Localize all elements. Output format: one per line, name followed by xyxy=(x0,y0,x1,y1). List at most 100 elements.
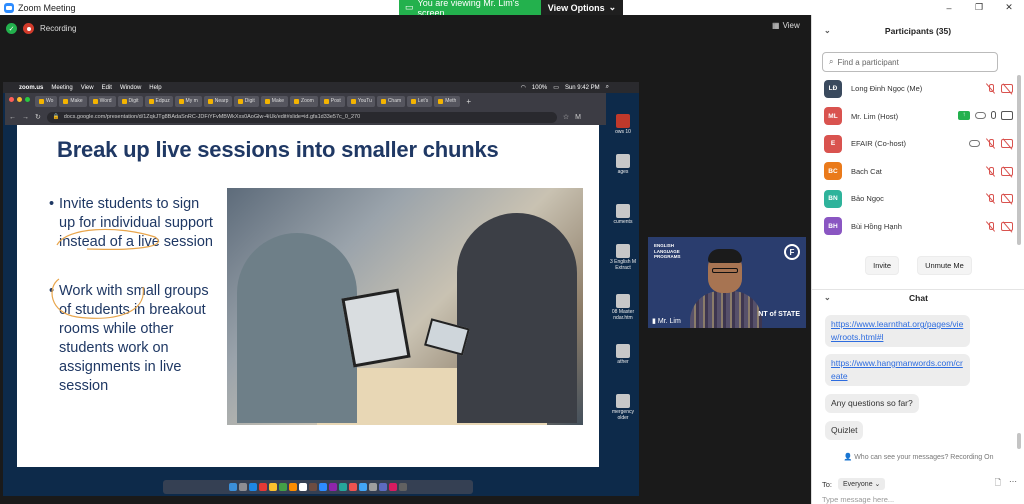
maximize-button[interactable]: ❐ xyxy=(964,0,994,15)
chat-header: ⌄ Chat xyxy=(812,289,1024,305)
avatar: LĐ xyxy=(824,79,842,98)
mic-muted-icon xyxy=(985,166,996,177)
participant-row[interactable]: E EFAIR (Co-host) xyxy=(812,130,1017,158)
desktop-item-label: cuments xyxy=(613,219,633,225)
mac-menu-bar: zoom.us Meeting View Edit Window Help ◠ … xyxy=(3,82,639,93)
tab-icon xyxy=(207,98,213,104)
desktop-item: ages xyxy=(608,154,638,175)
window-title: Zoom Meeting xyxy=(18,2,76,13)
chat-message: Quizlet xyxy=(825,421,864,440)
speaker-name-tag: ▮ Mr. Lim xyxy=(652,317,681,326)
window-title-group: Zoom Meeting xyxy=(0,2,76,13)
unmute-me-button[interactable]: Unmute Me xyxy=(917,256,972,275)
pen-annotation xyxy=(51,228,159,319)
video-off-icon xyxy=(1001,139,1013,148)
desktop-item: 3 English M Extract xyxy=(608,244,638,271)
desktop-item-label: 08 Master ndar.htm xyxy=(611,309,635,321)
desktop-icons: ows 10 ages cuments 3 English M Extract … xyxy=(606,104,639,467)
tab-icon xyxy=(410,98,416,104)
chat-message-input[interactable]: Type message here... xyxy=(822,495,894,504)
file-icon[interactable]: 🗋 xyxy=(995,477,1001,491)
tab-icon xyxy=(39,98,44,104)
tab-label: Make xyxy=(70,98,83,104)
lock-icon: 🔒 xyxy=(52,114,60,120)
minimize-button[interactable]: – xyxy=(934,0,964,15)
tab-label: Zoom xyxy=(301,98,314,104)
photo-person-right xyxy=(457,213,577,423)
to-label: To: xyxy=(822,479,833,489)
chevron-down-icon[interactable]: ⌄ xyxy=(824,293,831,302)
shield-icon[interactable]: ✓ xyxy=(6,23,17,34)
participant-name: Bảo Ngọc xyxy=(851,194,884,204)
glasses xyxy=(712,268,738,273)
participant-name: Long Đinh Ngọc (Me) xyxy=(851,84,923,94)
recording-icon xyxy=(23,23,34,34)
desktop-item-label: mergency older xyxy=(612,409,634,421)
finder-icon xyxy=(229,483,237,491)
view-options-button[interactable]: View Options ⌄ xyxy=(541,0,623,15)
avatar: BN xyxy=(824,189,842,208)
speaker-video-tile[interactable]: ENGLISH LANGUAGE PROGRAMS F NT of STATE … xyxy=(648,237,806,328)
participant-row[interactable]: BH Bùi Hồng Hạnh xyxy=(812,213,1017,241)
notice-text: Who can see your messages? Recording On xyxy=(854,454,994,461)
recipient-value: Everyone xyxy=(843,481,873,488)
participant-name: EFAIR (Co-host) xyxy=(851,139,907,149)
participant-row[interactable]: BN Bảo Ngọc xyxy=(812,185,1017,213)
tab-icon xyxy=(380,98,386,104)
address-url: docs.google.com/presentation/d/1ZqkJTg8B… xyxy=(63,114,361,120)
photo-person-left xyxy=(237,233,357,423)
chat-message-link[interactable]: https://www.learnthat.org/pages/view/roo… xyxy=(825,315,970,347)
participant-row[interactable]: BC Bach Cat xyxy=(812,158,1017,186)
chat-visibility-notice[interactable]: 👤 Who can see your messages? Recording O… xyxy=(812,453,1024,461)
screen-share-icon: ▭ xyxy=(405,2,414,12)
tab-icon xyxy=(323,98,329,104)
participant-status xyxy=(985,83,1013,94)
participant-status: ↑ xyxy=(958,110,1013,120)
chat-message-link[interactable]: https://www.hangmanwords.com/create xyxy=(825,354,970,386)
desktop-file-icon xyxy=(616,114,630,128)
participants-header: ⌄ Participants (35) xyxy=(812,15,1024,47)
more-icon[interactable]: ⋯ xyxy=(1009,477,1017,491)
chat-message: Any questions so far? xyxy=(825,394,919,413)
browser-tab: Make xyxy=(260,95,289,107)
participant-status xyxy=(985,221,1013,232)
participant-list: LĐ Long Đinh Ngọc (Me) ML Mr. Lim (Host)… xyxy=(812,75,1017,240)
side-panel: ⌄ Participants (35) ⌕ Find a participant… xyxy=(811,15,1024,504)
participant-row[interactable]: ML Mr. Lim (Host) ↑ xyxy=(812,103,1017,131)
browser-window: Wo Make Word Digit Edpuz My m Nearp Digi… xyxy=(5,93,606,125)
desktop-item: cuments xyxy=(608,204,638,225)
view-button[interactable]: ▦ View xyxy=(772,21,800,30)
mac-dock xyxy=(163,480,473,494)
participants-scrollbar[interactable] xyxy=(1017,75,1021,245)
slide-photo xyxy=(227,188,583,425)
speaker-figure xyxy=(690,249,762,328)
close-button[interactable]: ✕ xyxy=(994,0,1024,15)
participant-search-input[interactable]: ⌕ Find a participant xyxy=(822,52,998,72)
recipient-select[interactable]: Everyone ⌄ xyxy=(838,478,886,490)
desktop-item: ows 10 xyxy=(608,114,638,135)
mac-menu-app: zoom.us xyxy=(19,84,44,91)
avatar: E xyxy=(824,134,842,153)
trash-icon xyxy=(399,483,407,491)
browser-tab: Make xyxy=(59,95,87,107)
app-icon xyxy=(329,483,337,491)
search-icon: ⌕ xyxy=(829,57,834,66)
video-off-icon xyxy=(1001,221,1013,231)
photo-tablet xyxy=(341,288,411,368)
chevron-down-icon[interactable]: ⌄ xyxy=(824,26,831,35)
calendar-icon xyxy=(299,483,307,491)
mic-muted-icon xyxy=(985,138,996,149)
mac-menu-window: Window xyxy=(119,84,142,91)
participant-row[interactable]: LĐ Long Đinh Ngọc (Me) xyxy=(812,75,1017,103)
browser-tab: Zoom xyxy=(290,95,318,107)
chat-scrollbar[interactable] xyxy=(1017,433,1021,449)
tab-icon xyxy=(350,98,356,104)
participant-name: Bùi Hồng Hạnh xyxy=(851,221,902,231)
desktop-item-label: ows 10 xyxy=(615,129,631,135)
tab-label: Make xyxy=(271,98,285,104)
backdrop-text: NT of STATE xyxy=(758,311,800,318)
notes-icon xyxy=(269,483,277,491)
invite-button[interactable]: Invite xyxy=(865,256,900,275)
window-controls: – ❐ ✕ xyxy=(934,0,1024,15)
facetime-icon xyxy=(279,483,287,491)
